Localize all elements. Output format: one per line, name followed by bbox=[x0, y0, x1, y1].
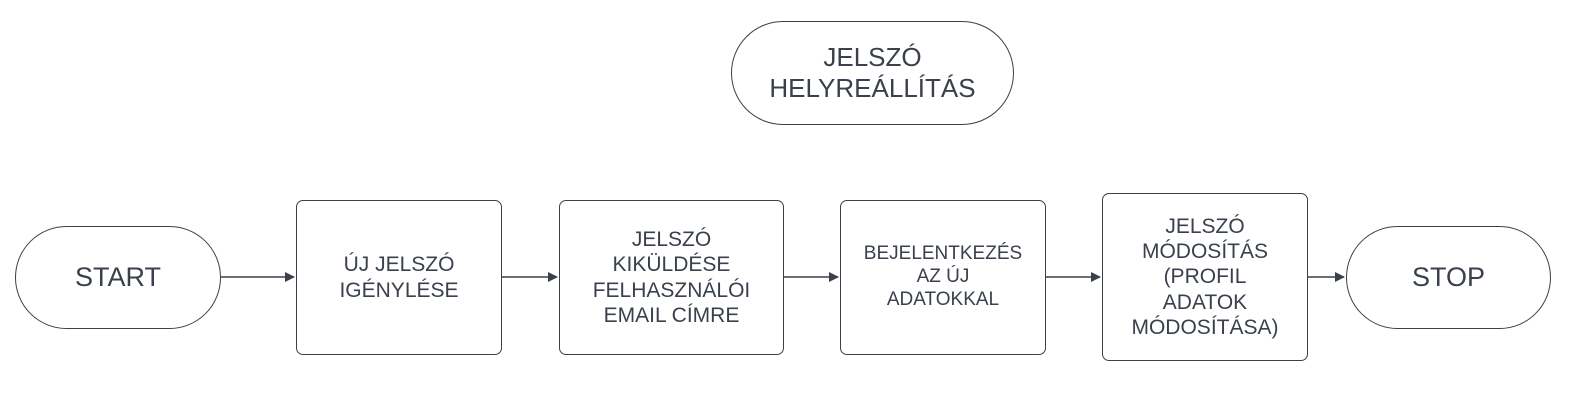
step-request-new-password: ÚJ JELSZÓ IGÉNYLÉSE bbox=[296, 200, 502, 355]
step-send-password-email: JELSZÓ KIKÜLDÉSE FELHASZNÁLÓI EMAIL CÍMR… bbox=[559, 200, 784, 355]
step2-label: JELSZÓ KIKÜLDÉSE FELHASZNÁLÓI EMAIL CÍMR… bbox=[592, 228, 751, 327]
title-label: JELSZÓ HELYREÁLLÍTÁS bbox=[769, 41, 976, 103]
step-login-new-data: BEJELENTKEZÉS AZ ÚJ ADATOKKAL bbox=[840, 200, 1046, 355]
start-terminator: START bbox=[15, 226, 221, 329]
title-terminator: JELSZÓ HELYREÁLLÍTÁS bbox=[731, 21, 1014, 125]
start-label: START bbox=[74, 262, 161, 293]
step4-label: JELSZÓ MÓDOSÍTÁS (PROFIL ADATOK MÓDOSÍTÁ… bbox=[1131, 215, 1279, 339]
step-modify-password: JELSZÓ MÓDOSÍTÁS (PROFIL ADATOK MÓDOSÍTÁ… bbox=[1102, 193, 1308, 361]
step3-label: BEJELENTKEZÉS AZ ÚJ ADATOKKAL bbox=[863, 243, 1023, 310]
stop-label: STOP bbox=[1411, 262, 1486, 293]
step1-label: ÚJ JELSZÓ IGÉNYLÉSE bbox=[339, 253, 459, 302]
stop-terminator: STOP bbox=[1346, 226, 1551, 329]
